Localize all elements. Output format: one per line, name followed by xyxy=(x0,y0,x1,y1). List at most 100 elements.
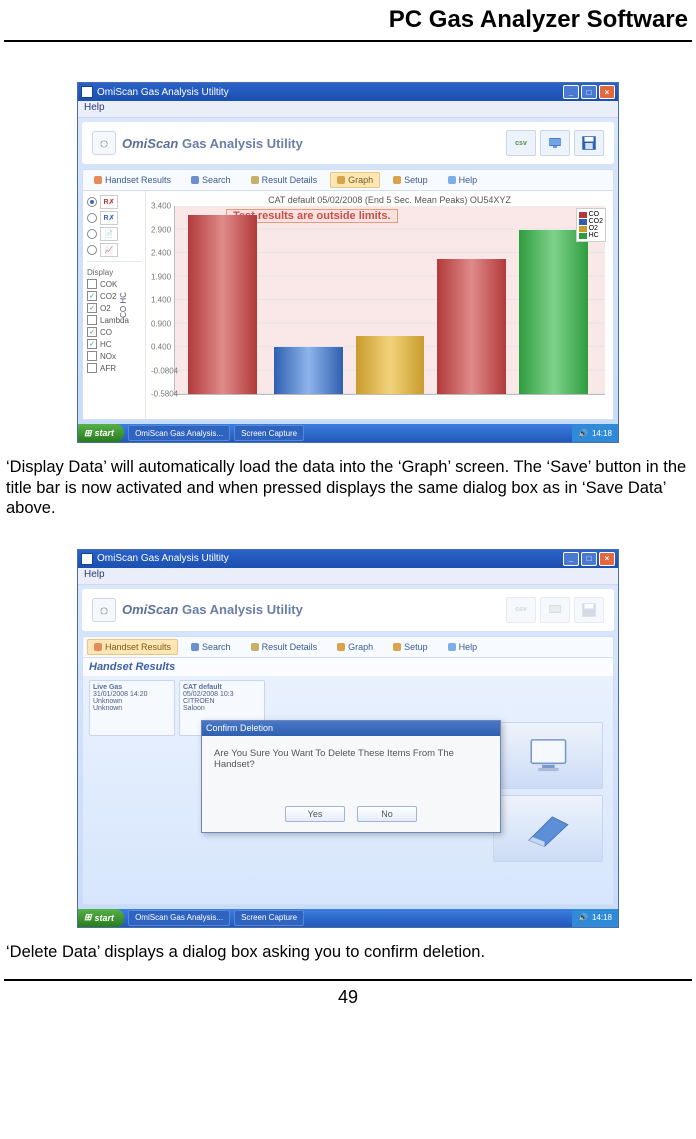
checkbox-co[interactable]: ✓ xyxy=(87,327,97,337)
taskbar-item-capture[interactable]: Screen Capture xyxy=(234,425,304,441)
taskbar-item-capture[interactable]: Screen Capture xyxy=(234,910,304,926)
menu-bar: Help xyxy=(78,101,618,118)
tab-bar: Handset Results Search Result Details Gr… xyxy=(82,636,614,658)
tray-icon[interactable]: 🔊 xyxy=(578,913,588,922)
minimize-button[interactable]: _ xyxy=(563,552,579,566)
tab-setup[interactable]: Setup xyxy=(386,639,435,655)
ytick: 0.400 xyxy=(151,343,171,352)
brand-prefix: OmiScan xyxy=(122,602,182,617)
checkbox-afr[interactable] xyxy=(87,363,97,373)
tab-result-details[interactable]: Result Details xyxy=(244,172,325,188)
toolbar-screen-button[interactable] xyxy=(540,130,570,156)
panel-title-handset-results: Handset Results xyxy=(82,658,614,676)
brand-rest: Gas Analysis Utility xyxy=(182,602,303,617)
device-illustration xyxy=(493,795,603,862)
tab-help[interactable]: Help xyxy=(441,639,485,655)
taskbar-item-app[interactable]: OmiScan Gas Analysis... xyxy=(128,910,230,926)
logo-icon: ◌ xyxy=(92,131,116,155)
radio-opt-1[interactable] xyxy=(87,197,97,207)
chart-icon: 📈 xyxy=(100,243,118,257)
bar-co2 xyxy=(274,347,343,394)
logo-icon: ◌ xyxy=(92,598,116,622)
close-button[interactable]: × xyxy=(599,85,615,99)
legend-label: CO2 xyxy=(589,218,603,225)
rx-icon: R✗ xyxy=(100,211,118,225)
screenshot-graph-view: OmiScan Gas Analysis Utiltity _ □ × Help… xyxy=(77,82,619,443)
windows-logo-icon: ⊞ xyxy=(84,428,92,439)
start-button[interactable]: ⊞ start xyxy=(78,424,124,442)
bar-lambda xyxy=(519,230,588,394)
tab-label: Search xyxy=(202,175,231,185)
tab-handset-results[interactable]: Handset Results xyxy=(87,639,178,655)
legend-label: HC xyxy=(589,232,599,239)
ytick: 2.900 xyxy=(151,225,171,234)
dialog-no-button[interactable]: No xyxy=(357,806,417,822)
start-label: start xyxy=(95,913,115,923)
radio-opt-2[interactable] xyxy=(87,213,97,223)
graph-left-controls: R✗ R✗ 📄 📈 Display COK ✓CO2 ✓O2 Lambda ✓C… xyxy=(83,191,146,419)
tray-clock: 14:18 xyxy=(592,429,612,438)
confirm-deletion-dialog: Confirm Deletion Are You Sure You Want T… xyxy=(201,720,501,833)
system-tray: 🔊 14:18 xyxy=(572,909,618,927)
checkbox-cok[interactable] xyxy=(87,279,97,289)
xp-taskbar: ⊞ start OmiScan Gas Analysis... Screen C… xyxy=(78,424,618,442)
check-label: NOx xyxy=(100,352,116,361)
result-card[interactable]: Live Gas 31/01/2008 14:20 Unknown Unknow… xyxy=(89,680,175,736)
header-rule xyxy=(4,40,692,42)
tab-label: Graph xyxy=(348,642,373,652)
ytick: 1.400 xyxy=(151,296,171,305)
card-make: Unknown xyxy=(93,698,171,705)
checkbox-co2[interactable]: ✓ xyxy=(87,291,97,301)
card-title: CAT default xyxy=(183,684,261,691)
paragraph-delete-data: ‘Delete Data’ displays a dialog box aski… xyxy=(6,942,690,963)
legend-label: O2 xyxy=(589,225,598,232)
checkbox-lambda[interactable] xyxy=(87,315,97,325)
tab-search[interactable]: Search xyxy=(184,172,238,188)
xp-taskbar: ⊞ start OmiScan Gas Analysis... Screen C… xyxy=(78,909,618,927)
check-label: AFR xyxy=(100,364,116,373)
tab-search[interactable]: Search xyxy=(184,639,238,655)
tab-label: Help xyxy=(459,175,478,185)
minimize-button[interactable]: _ xyxy=(563,85,579,99)
check-label: HC xyxy=(100,340,112,349)
taskbar-item-app[interactable]: OmiScan Gas Analysis... xyxy=(128,425,230,441)
toolbar-save-button[interactable] xyxy=(574,130,604,156)
checkbox-nox[interactable] xyxy=(87,351,97,361)
maximize-button[interactable]: □ xyxy=(581,552,597,566)
radio-opt-3[interactable] xyxy=(87,229,97,239)
toolbar-csv-button[interactable]: csv xyxy=(506,130,536,156)
card-body: Saloon xyxy=(183,705,261,712)
tab-graph[interactable]: Graph xyxy=(330,639,380,655)
tab-label: Result Details xyxy=(262,642,318,652)
start-button[interactable]: ⊞ start xyxy=(78,909,124,927)
tray-icon[interactable]: 🔊 xyxy=(578,429,588,438)
tab-handset-results[interactable]: Handset Results xyxy=(87,172,178,188)
dialog-yes-button[interactable]: Yes xyxy=(285,806,345,822)
ytick: 0.900 xyxy=(151,319,171,328)
tab-label: Handset Results xyxy=(105,175,171,185)
tab-help[interactable]: Help xyxy=(441,172,485,188)
close-button[interactable]: × xyxy=(599,552,615,566)
menu-help[interactable]: Help xyxy=(84,569,105,580)
window-titlebar: OmiScan Gas Analysis Utiltity _ □ × xyxy=(78,550,618,568)
card-title: Live Gas xyxy=(93,684,171,691)
page-number: 49 xyxy=(4,987,692,1008)
tab-setup[interactable]: Setup xyxy=(386,172,435,188)
radio-opt-4[interactable] xyxy=(87,245,97,255)
tab-graph[interactable]: Graph xyxy=(330,172,380,188)
graph-panel: R✗ R✗ 📄 📈 Display COK ✓CO2 ✓O2 Lambda ✓C… xyxy=(82,191,614,420)
checkbox-hc[interactable]: ✓ xyxy=(87,339,97,349)
card-date: 05/02/2008 10:3 xyxy=(183,691,261,698)
tab-label: Setup xyxy=(404,175,428,185)
tab-result-details[interactable]: Result Details xyxy=(244,639,325,655)
app-brand-title: OmiScan Gas Analysis Utility xyxy=(122,602,303,617)
ytick: 2.400 xyxy=(151,249,171,258)
bar-hc xyxy=(437,259,506,394)
menu-bar: Help xyxy=(78,568,618,585)
checkbox-o2[interactable]: ✓ xyxy=(87,303,97,313)
maximize-button[interactable]: □ xyxy=(581,85,597,99)
y-axis-label: CO HC xyxy=(119,292,128,318)
menu-help[interactable]: Help xyxy=(84,102,105,113)
system-tray: 🔊 14:18 xyxy=(572,424,618,442)
windows-logo-icon: ⊞ xyxy=(84,912,92,923)
